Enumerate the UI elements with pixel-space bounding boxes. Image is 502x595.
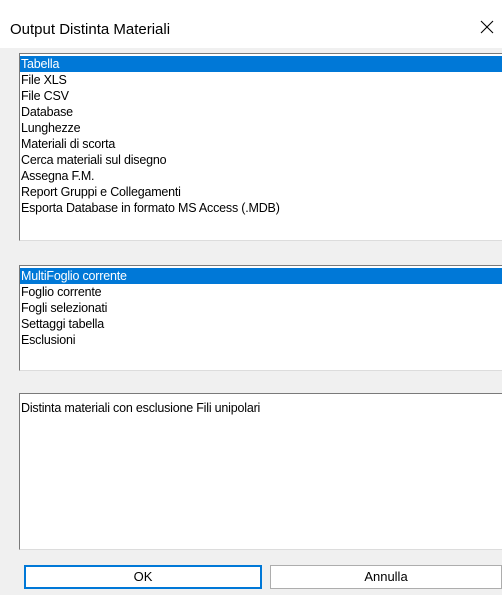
window-title: Output Distinta Materiali [10, 21, 171, 38]
description-text: Distinta materiali con esclusione Fili u… [21, 401, 261, 415]
list-item-fogli-selezionati[interactable]: Fogli selezionati [20, 300, 502, 316]
list-item-report-gruppi[interactable]: Report Gruppi e Collegamenti [20, 184, 502, 200]
list-item-assegna-fm[interactable]: Assegna F.M. [20, 168, 502, 184]
title-bar: Output Distinta Materiali [0, 0, 502, 48]
list-item-esporta-database[interactable]: Esporta Database in formato MS Access (.… [20, 200, 502, 216]
list-item-materiali-di-scorta[interactable]: Materiali di scorta [20, 136, 502, 152]
list-item-esclusioni[interactable]: Esclusioni [20, 332, 502, 348]
list-item-tabella[interactable]: Tabella [20, 56, 502, 72]
list-item-database[interactable]: Database [20, 104, 502, 120]
description-box: Distinta materiali con esclusione Fili u… [19, 393, 502, 550]
list-item-cerca-materiali[interactable]: Cerca materiali sul disegno [20, 152, 502, 168]
list-item-lunghezze[interactable]: Lunghezze [20, 120, 502, 136]
close-button[interactable] [472, 12, 502, 42]
close-icon [480, 20, 494, 34]
list-item-multifoglio-corrente[interactable]: MultiFoglio corrente [20, 268, 502, 284]
output-type-list[interactable]: Tabella File XLS File CSV Database Lungh… [19, 53, 502, 241]
list-item-foglio-corrente[interactable]: Foglio corrente [20, 284, 502, 300]
scope-list[interactable]: MultiFoglio corrente Foglio corrente Fog… [19, 265, 502, 371]
list-item-settaggi-tabella[interactable]: Settaggi tabella [20, 316, 502, 332]
list-item-file-xls[interactable]: File XLS [20, 72, 502, 88]
list-item-file-csv[interactable]: File CSV [20, 88, 502, 104]
output-distinta-dialog: Output Distinta Materiali Tabella File X… [0, 0, 502, 595]
cancel-button[interactable]: Annulla [270, 565, 502, 589]
ok-button[interactable]: OK [24, 565, 262, 589]
